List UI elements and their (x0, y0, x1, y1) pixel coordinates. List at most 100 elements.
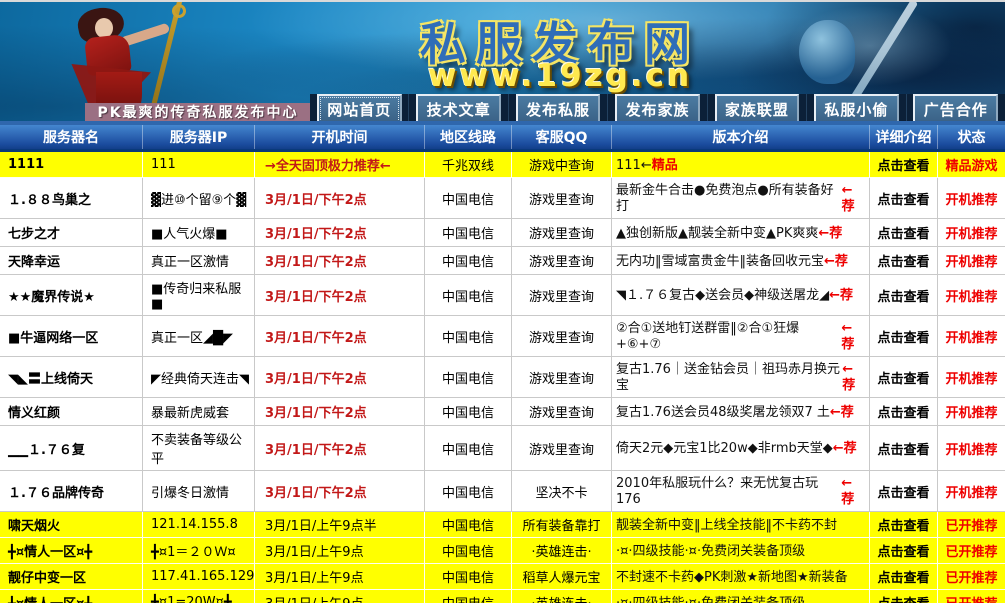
service-qq-text: 游戏里查询 (512, 398, 612, 426)
table-row: １.８８鸟巢之 ▓进⑩个留⑨个▓ 3月/1日/下午2点 中国电信 游戏里查询 最… (0, 178, 1005, 219)
service-qq-text: 稻草人爆元宝 (512, 564, 612, 590)
table-row: 靓仔中变一区 117.41.165.129 3月/1日/上午9点 中国电信 稻草… (0, 564, 1005, 590)
server-name-link[interactable]: 天降幸运 (0, 247, 143, 275)
helmet-graphic (799, 20, 855, 84)
nav-ad-cooperation-button[interactable]: 广告合作 (913, 94, 998, 125)
version-main-text: 倚天2元◆元宝1比20w◆非rmb天堂◆ (616, 441, 833, 457)
server-name-link[interactable]: ╋¤情人一区¤╋ (0, 590, 143, 603)
status-badge: 已开推荐 (938, 538, 1005, 564)
open-time-text: 3月/1日/下午2点 (255, 247, 425, 275)
table-row: 1111 111 →全天固顶极力推荐← 千兆双线 游戏中查询 111←精品 点击… (0, 152, 1005, 178)
detail-view-link[interactable]: 点击查看 (870, 152, 938, 178)
version-recommend-tag: ←荐 (842, 183, 865, 215)
version-main-text: 不封速不卡药◆PK刺激★新地图★新装备 (616, 570, 848, 586)
server-name-link[interactable]: 1111 (0, 152, 143, 178)
open-time-text: 3月/1日/下午2点 (255, 471, 425, 512)
server-ip-text: ╋¤1＝２０Ｗ¤ (143, 538, 255, 564)
version-main-text: ◥１.７６复古◆送会员◆神级送屠龙◢ (616, 288, 829, 304)
version-intro-text: ·¤·四级技能·¤·免费闭关装备顶级 (612, 538, 870, 564)
detail-view-link[interactable]: 点击查看 (870, 178, 938, 219)
table-row: ╋¤情人一区¤╋ ╋¤1＝２０Ｗ¤ 3月/1日/上午9点 中国电信 ·英雄连击·… (0, 538, 1005, 564)
version-intro-text: 无内功‖雪域富贵金牛‖装备回收元宝←荐 (612, 247, 870, 275)
version-intro-text: ◥１.７６复古◆送会员◆神级送屠龙◢←荐 (612, 275, 870, 316)
server-name-link[interactable]: ■牛逼网络一区 (0, 316, 143, 357)
detail-view-link[interactable]: 点击查看 (870, 247, 938, 275)
server-name-link[interactable]: 情义红颜 (0, 398, 143, 426)
server-ip-text: ╋¤1=20W¤╋ (143, 590, 255, 603)
server-name-link[interactable]: １.８８鸟巢之 (0, 178, 143, 219)
table-row: 天降幸运 真正一区激情 3月/1日/下午2点 中国电信 游戏里查询 无内功‖雪域… (0, 247, 1005, 275)
table-row: 情义红颜 暴最新虎威套 3月/1日/下午2点 中国电信 游戏里查询 复古1.76… (0, 398, 1005, 426)
main-navigation: 网站首页 技术文章 发布私服 发布家族 家族联盟 私服小偷 广告合作 (310, 94, 1005, 124)
detail-view-link[interactable]: 点击查看 (870, 426, 938, 471)
col-header-version-intro: 版本介绍 (612, 125, 870, 149)
nav-slot: 网站首页 (310, 94, 409, 124)
service-qq-text: 游戏里查询 (512, 219, 612, 247)
version-main-text: 最新金牛合击●免费泡点●所有装备好打 (616, 183, 842, 215)
server-name-link[interactable]: 啸天烟火 (0, 512, 143, 538)
nav-slot: 发布家族 (608, 94, 707, 124)
service-qq-text: 游戏里查询 (512, 247, 612, 275)
open-time-text: 3月/1日/下午2点 (255, 275, 425, 316)
version-recommend-tag: ←荐 (829, 288, 853, 304)
col-header-open-time: 开机时间 (255, 125, 425, 149)
server-name-link[interactable]: ◥◣〓上线倚天 (0, 357, 143, 398)
server-name-link[interactable]: ▁▁１.７６复 (0, 426, 143, 471)
status-badge: 开机推荐 (938, 247, 1005, 275)
service-qq-text: 游戏里查询 (512, 426, 612, 471)
server-name-link[interactable]: ╋¤情人一区¤╋ (0, 538, 143, 564)
site-url: www.19zg.cn (335, 58, 785, 94)
nav-publish-clan-button[interactable]: 发布家族 (615, 94, 700, 125)
server-ip-text: 117.41.165.129 (143, 564, 255, 590)
server-table-body: 1111 111 →全天固顶极力推荐← 千兆双线 游戏中查询 111←精品 点击… (0, 152, 1005, 603)
table-row: ★★魔界传说★ ■传奇归来私服■ 3月/1日/下午2点 中国电信 游戏里查询 ◥… (0, 275, 1005, 316)
server-ip-text: 真正一区◢█◤ (143, 316, 255, 357)
nav-slot: 广告合作 (907, 94, 1005, 124)
status-badge: 开机推荐 (938, 219, 1005, 247)
server-name-link[interactable]: ★★魔界传说★ (0, 275, 143, 316)
server-name-link[interactable]: 七步之才 (0, 219, 143, 247)
nav-slot: 发布私服 (509, 94, 608, 124)
status-badge: 精品游戏 (938, 152, 1005, 178)
version-intro-text: 靓装全新中变‖上线全技能‖不卡药不封 (612, 512, 870, 538)
version-recommend-tag: 精品 (652, 158, 678, 174)
region-line-text: 中国电信 (425, 247, 512, 275)
server-ip-text: 不卖装备等级公平 (143, 426, 255, 471)
version-recommend-tag: ←荐 (841, 321, 865, 353)
server-name-link[interactable]: １.７６品牌传奇 (0, 471, 143, 512)
detail-view-link[interactable]: 点击查看 (870, 564, 938, 590)
region-line-text: 千兆双线 (425, 152, 512, 178)
nav-home-button[interactable]: 网站首页 (317, 94, 402, 125)
detail-view-link[interactable]: 点击查看 (870, 316, 938, 357)
detail-view-link[interactable]: 点击查看 (870, 590, 938, 603)
version-recommend-tag: ←荐 (824, 254, 848, 270)
detail-view-link[interactable]: 点击查看 (870, 357, 938, 398)
detail-view-link[interactable]: 点击查看 (870, 471, 938, 512)
detail-view-link[interactable]: 点击查看 (870, 398, 938, 426)
nav-publish-server-button[interactable]: 发布私服 (516, 94, 601, 125)
version-intro-text: ▲独创新版▲靓装全新中变▲PK爽爽←荐 (612, 219, 870, 247)
detail-view-link[interactable]: 点击查看 (870, 219, 938, 247)
detail-view-link[interactable]: 点击查看 (870, 512, 938, 538)
open-time-text: 3月/1日/上午9点 (255, 538, 425, 564)
open-time-text: 3月/1日/下午2点 (255, 357, 425, 398)
nav-server-thief-button[interactable]: 私服小偷 (814, 94, 899, 125)
detail-view-link[interactable]: 点击查看 (870, 538, 938, 564)
server-ip-text: ▓进⑩个留⑨个▓ (143, 178, 255, 219)
col-header-server-name: 服务器名 (0, 125, 143, 149)
region-line-text: 中国电信 (425, 219, 512, 247)
detail-view-link[interactable]: 点击查看 (870, 275, 938, 316)
service-qq-text: 游戏里查询 (512, 357, 612, 398)
service-qq-text: 所有装备靠打 (512, 512, 612, 538)
nav-clan-alliance-button[interactable]: 家族联盟 (715, 94, 800, 125)
server-ip-text: ■传奇归来私服■ (143, 275, 255, 316)
version-main-text: 复古1.76｜送金钻会员｜祖玛赤月换元宝 (616, 362, 842, 394)
server-ip-text: ■人气火爆■ (143, 219, 255, 247)
status-badge: 开机推荐 (938, 357, 1005, 398)
region-line-text: 中国电信 (425, 564, 512, 590)
server-name-link[interactable]: 靓仔中变一区 (0, 564, 143, 590)
service-qq-text: 坚决不卡 (512, 471, 612, 512)
open-time-text: →全天固顶极力推荐← (255, 152, 425, 178)
version-intro-text: 复古1.76送会员48级奖屠龙领双7 土←荐 (612, 398, 870, 426)
nav-articles-button[interactable]: 技术文章 (416, 94, 501, 125)
